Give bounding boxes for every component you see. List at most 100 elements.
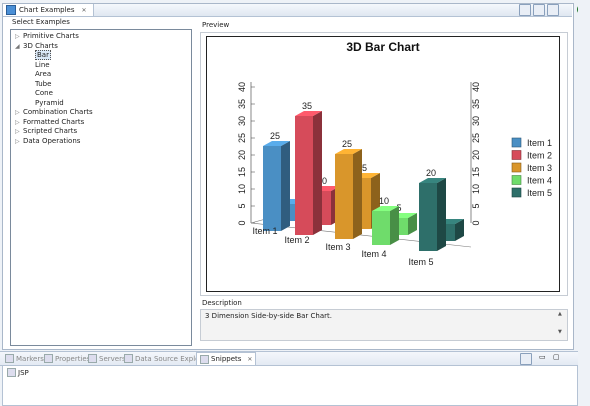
tree-node-combination-charts[interactable]: ▷ Combination Charts — [15, 108, 191, 118]
y-tick-label-left: 35 — [237, 99, 247, 109]
legend-swatch — [511, 187, 522, 198]
legend-label: Item 1 — [527, 138, 552, 148]
description-label: Description — [202, 299, 242, 307]
expand-arrow-icon[interactable]: ▷ — [15, 32, 23, 42]
y-tick-label-right: 10 — [471, 184, 481, 194]
legend-label: Item 4 — [527, 176, 552, 186]
legend-label: Item 3 — [527, 163, 552, 173]
category-label: Item 2 — [284, 235, 309, 245]
bar-front-1-side — [281, 141, 290, 231]
tree-node-bar[interactable]: Bar — [15, 50, 191, 61]
y-tick-label-right: 40 — [471, 82, 481, 92]
snippets-panel: JSP — [2, 365, 578, 406]
data-label-front: 10 — [379, 196, 389, 206]
tab-properties[interactable]: Properties — [44, 354, 90, 363]
collapse-arrow-icon[interactable]: ◢ — [15, 42, 23, 52]
tree-node-tube[interactable]: Tube — [15, 80, 191, 90]
y-tick-label-left: 30 — [237, 116, 247, 126]
y-tick-label-right: 25 — [471, 133, 481, 143]
legend-label: Item 5 — [527, 188, 552, 198]
legend-swatch — [511, 175, 522, 185]
data-source-icon — [124, 354, 133, 363]
expand-arrow-icon[interactable]: ▷ — [15, 127, 23, 137]
view-menu-icon[interactable] — [547, 4, 559, 16]
export-chart-icon[interactable] — [519, 4, 531, 16]
legend-swatch — [511, 150, 522, 160]
bar-front-3-side — [353, 149, 362, 239]
tree-node-data-operations[interactable]: ▷ Data Operations — [15, 137, 191, 147]
description-text: 3 Dimension Side-by-side Bar Chart. — [205, 312, 332, 320]
data-label-front: 25 — [342, 139, 352, 149]
y-tick-label-right: 30 — [471, 116, 481, 126]
view-tab-bar: Chart Examples ✕ — [3, 4, 572, 17]
scroll-down-icon[interactable]: ▼ — [558, 329, 566, 335]
jsp-icon — [7, 368, 16, 377]
tree-node-formatted-charts[interactable]: ▷ Formatted Charts — [15, 118, 191, 128]
tab-markers[interactable]: Markers — [5, 354, 44, 363]
legend-label: Item 2 — [527, 151, 552, 161]
chart-canvas: 3D Bar Chart 0 5 10 15 20 25 30 35 40 0 5 10 15 20 25 30… — [206, 36, 560, 292]
y-tick-label-left: 20 — [237, 150, 247, 160]
examples-tree: ▷ Primitive Charts ◢ 3D Charts Bar Line Ar… — [10, 29, 192, 346]
properties-icon — [44, 354, 53, 363]
y-tick-label-right: 35 — [471, 99, 481, 109]
legend-swatch — [511, 162, 522, 173]
category-label: Item 3 — [325, 242, 350, 252]
tab-chart-examples-label: Chart Examples — [19, 6, 75, 14]
preview-label: Preview — [202, 21, 230, 29]
tree-node-scripted-charts[interactable]: ▷ Scripted Charts — [15, 127, 191, 137]
category-label: Item 4 — [361, 249, 386, 259]
tree-node-area[interactable]: Area — [15, 70, 191, 80]
bar-front-1-front — [263, 146, 281, 231]
minimize-icon[interactable]: ▭ — [539, 353, 546, 361]
description-box: 3 Dimension Side-by-side Bar Chart. ▲ ▼ — [200, 309, 568, 341]
data-label-front: 35 — [302, 101, 312, 111]
legend-swatch — [511, 137, 522, 148]
servers-icon — [88, 354, 97, 363]
data-label-front: 25 — [270, 131, 280, 141]
customize-icon[interactable] — [520, 353, 532, 365]
y-tick-label-left: 5 — [237, 203, 247, 208]
chart-icon — [6, 5, 16, 15]
y-tick-label-left: 25 — [237, 133, 247, 143]
snippets-icon — [200, 354, 209, 364]
chart-title: 3D Bar Chart — [346, 40, 419, 54]
tree-node-pyramid[interactable]: Pyramid — [15, 99, 191, 109]
tab-chart-examples[interactable]: Chart Examples ✕ — [3, 4, 94, 16]
select-examples-label: Select Examples — [12, 18, 70, 26]
tab-servers[interactable]: Servers — [88, 354, 126, 363]
markers-icon — [5, 354, 14, 363]
tree-node-line[interactable]: Line — [15, 61, 191, 71]
close-icon[interactable]: ✕ — [81, 7, 86, 14]
bar-front-2-front — [295, 116, 313, 235]
bar-front-5-front — [419, 183, 437, 251]
expand-arrow-icon[interactable]: ▷ — [15, 108, 23, 118]
expand-arrow-icon[interactable]: ▷ — [15, 118, 23, 128]
snippet-drawer-jsp[interactable]: JSP — [7, 368, 29, 377]
category-label: Item 1 — [252, 226, 277, 236]
data-label-front: 20 — [426, 168, 436, 178]
bar-front-2-side — [313, 111, 322, 235]
y-tick-label-left: 15 — [237, 167, 247, 177]
tree-node-primitive-charts[interactable]: ▷ Primitive Charts — [15, 32, 191, 42]
scroll-up-icon[interactable]: ▲ — [558, 311, 566, 317]
y-tick-label-left: 40 — [237, 82, 247, 92]
y-tick-label-right: 15 — [471, 167, 481, 177]
expand-arrow-icon[interactable]: ▷ — [15, 137, 23, 147]
refresh-chart-icon[interactable] — [533, 4, 545, 16]
bar-front-4-side — [390, 206, 399, 245]
y-tick-label-right: 5 — [471, 203, 481, 208]
y-tick-label-right: 0 — [471, 220, 481, 225]
tab-snippets[interactable]: Snippets ✕ — [196, 352, 257, 365]
bar-chart-3d: 3D Bar Chart 0 5 10 15 20 25 30 35 40 0 5 10 15 20 25 30… — [237, 40, 552, 267]
y-tick-label-left: 10 — [237, 184, 247, 194]
right-trim — [578, 0, 590, 404]
close-icon[interactable]: ✕ — [247, 356, 252, 363]
tree-node-cone[interactable]: Cone — [15, 89, 191, 99]
bar-front-5-side — [437, 178, 446, 251]
bar-front-4-front — [372, 211, 390, 245]
description-scrollbar[interactable]: ▲ ▼ — [558, 311, 566, 339]
y-tick-label-left: 0 — [237, 220, 247, 225]
maximize-icon[interactable]: ▢ — [553, 353, 560, 361]
preview-panel: 3D Bar Chart 0 5 10 15 20 25 30 35 40 0 5 10 15 20 25 30… — [200, 32, 568, 296]
